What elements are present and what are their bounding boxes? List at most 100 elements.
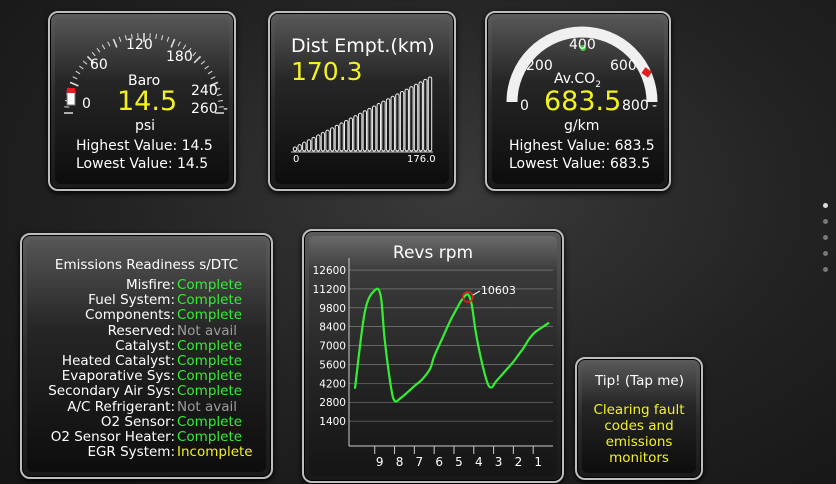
baro-tick — [96, 47, 101, 53]
dist-bar — [306, 139, 312, 152]
dist-bar — [371, 105, 377, 152]
dist-bar — [385, 98, 391, 152]
page-dot-3[interactable] — [823, 235, 828, 240]
page-dot-1[interactable] — [823, 203, 828, 208]
page-dot-4[interactable] — [823, 251, 828, 256]
baro-tick — [210, 76, 216, 80]
dist-bar — [325, 129, 330, 152]
revs-y-tick-label: 7000 — [319, 341, 346, 353]
revs-x-tick-label: 4 — [475, 455, 483, 469]
co2-lowest-value: Lowest Value: 683.5 — [509, 156, 651, 172]
baro-tick — [75, 70, 81, 75]
emissions-row-label: Misfire: — [125, 277, 175, 293]
emissions-row-status: Complete — [177, 429, 243, 445]
emissions-row-label: Fuel System: — [88, 292, 175, 309]
revs-x-tick-label: 7 — [416, 455, 424, 469]
baro-tick — [91, 51, 96, 57]
dist-empty-panel[interactable]: Dist Empt.(km) 170.3 0 176.0 — [268, 11, 456, 191]
dist-bar — [311, 136, 316, 152]
baro-tick — [72, 76, 78, 80]
emissions-row-status: Complete — [177, 383, 243, 400]
baro-tick — [101, 44, 106, 50]
emissions-row-label: Secondary Air Sys: — [48, 383, 175, 400]
tip-text: Clearing fault codes and emissions monit… — [593, 402, 685, 466]
revs-x-tick-label: 1 — [534, 455, 542, 469]
emissions-row-status: Complete — [177, 368, 243, 385]
baro-gauge-panel[interactable]: 0 60 120 180 240 260 - Baro 14.5 psi Hig… — [48, 11, 236, 191]
dist-bar — [409, 86, 414, 152]
baro-lowest-value: Lowest Value: 14.5 — [76, 156, 209, 172]
revs-x-tick-label: 3 — [495, 455, 503, 469]
tip-title: Tip! (Tap me) — [595, 373, 684, 389]
emissions-row-label: A/C Refrigerant: — [67, 398, 175, 415]
baro-tick-label-0: 0 — [82, 96, 91, 112]
baro-tick — [82, 60, 88, 65]
dist-bar — [418, 81, 423, 152]
emissions-row-status: Complete — [177, 353, 243, 369]
co2-value: 683.5 — [544, 86, 622, 117]
revs-x-tick-label: 6 — [435, 455, 443, 469]
baro-tick — [192, 51, 197, 57]
dist-bar — [413, 83, 419, 152]
co2-tick-label-400: 400 — [569, 37, 596, 53]
baro-tick — [118, 36, 122, 42]
revs-rpm-panel[interactable]: Revs rpm 12600 11200 9800 8400 7000 5600 4200 2… — [302, 229, 564, 483]
dist-bar — [395, 93, 400, 152]
co2-gauge-panel[interactable]: 0 200 400 600 800 - Av.CO2 683.5 g/km Hi… — [485, 11, 671, 191]
dist-bar — [381, 100, 386, 152]
emissions-row-label: O2 Sensor: — [100, 413, 175, 430]
dist-bar — [316, 134, 321, 152]
emissions-row-label: O2 Sensor Heater: — [50, 429, 175, 445]
dist-bar — [348, 117, 354, 152]
emissions-row-status: Complete — [177, 292, 243, 309]
baro-warn-marker — [67, 88, 75, 93]
co2-tick-label-800-dash: - — [652, 98, 658, 114]
page-dot-2[interactable] — [823, 219, 828, 224]
revs-y-tick-label: 12600 — [313, 265, 346, 277]
emissions-row-status: Complete — [177, 277, 243, 293]
baro-tick-label-120: 120 — [126, 37, 153, 53]
baro-gauge-face: 0 60 120 180 240 260 - Baro 14.5 psi Hig… — [55, 18, 229, 184]
co2-tick-label-200: 200 — [526, 58, 553, 74]
dist-bar — [427, 76, 433, 152]
revs-y-tick-label: 1400 — [319, 416, 346, 428]
baro-tick — [177, 41, 181, 47]
baro-tick — [166, 36, 170, 42]
dist-bar — [353, 115, 358, 152]
emissions-row-label: Reserved: — [107, 322, 175, 339]
dist-bar — [334, 124, 340, 152]
emissions-row-label: Heated Catalyst: — [61, 353, 175, 369]
emissions-row-status: Incomplete — [177, 444, 253, 461]
co2-highest-value: Highest Value: 683.5 — [509, 138, 655, 154]
baro-tick — [207, 70, 213, 75]
revs-x-tick-label: 8 — [396, 455, 404, 469]
page-indicator[interactable] — [823, 203, 828, 283]
dist-bar — [399, 90, 405, 152]
revs-y-tick-label: 4200 — [319, 378, 346, 390]
co2-unit: g/km — [564, 118, 600, 134]
tip-panel[interactable]: Tip! (Tap me) Clearing fault codes and e… — [575, 357, 703, 480]
revs-rpm-face: Revs rpm 12600 11200 9800 8400 7000 5600 4200 2… — [309, 236, 557, 476]
revs-y-tick-label: 5600 — [319, 359, 346, 371]
dist-bar — [344, 119, 349, 152]
baro-tick — [107, 41, 111, 47]
emissions-row-label: EGR System: — [87, 444, 175, 461]
emissions-row-status: Complete — [177, 413, 243, 430]
emissions-readiness-panel[interactable]: Emissions Readiness s/DTC Misfire: Comple… — [20, 233, 273, 479]
revs-x-tick-label: 9 — [376, 455, 384, 469]
revs-series-line — [353, 287, 550, 403]
revs-x-ticks: 987654321 — [374, 446, 542, 469]
page-dot-5[interactable] — [823, 267, 828, 272]
baro-highest-value: Highest Value: 14.5 — [76, 138, 213, 154]
revs-x-tick-label: 5 — [455, 455, 463, 469]
tip-face: Tip! (Tap me) Clearing fault codes and e… — [582, 364, 696, 473]
emissions-title: Emissions Readiness s/DTC — [54, 257, 239, 273]
revs-y-ticks: 12600 11200 9800 8400 7000 5600 4200 2800 1400 — [313, 265, 346, 428]
baro-tick — [161, 35, 164, 41]
emissions-readiness-face: Emissions Readiness s/DTC Misfire: Comple… — [27, 240, 266, 472]
baro-tick — [193, 55, 202, 64]
baro-tick — [170, 38, 176, 48]
emissions-row-status: Complete — [177, 337, 243, 354]
baro-tick — [155, 33, 158, 40]
emissions-row-label: Catalyst: — [115, 337, 175, 354]
